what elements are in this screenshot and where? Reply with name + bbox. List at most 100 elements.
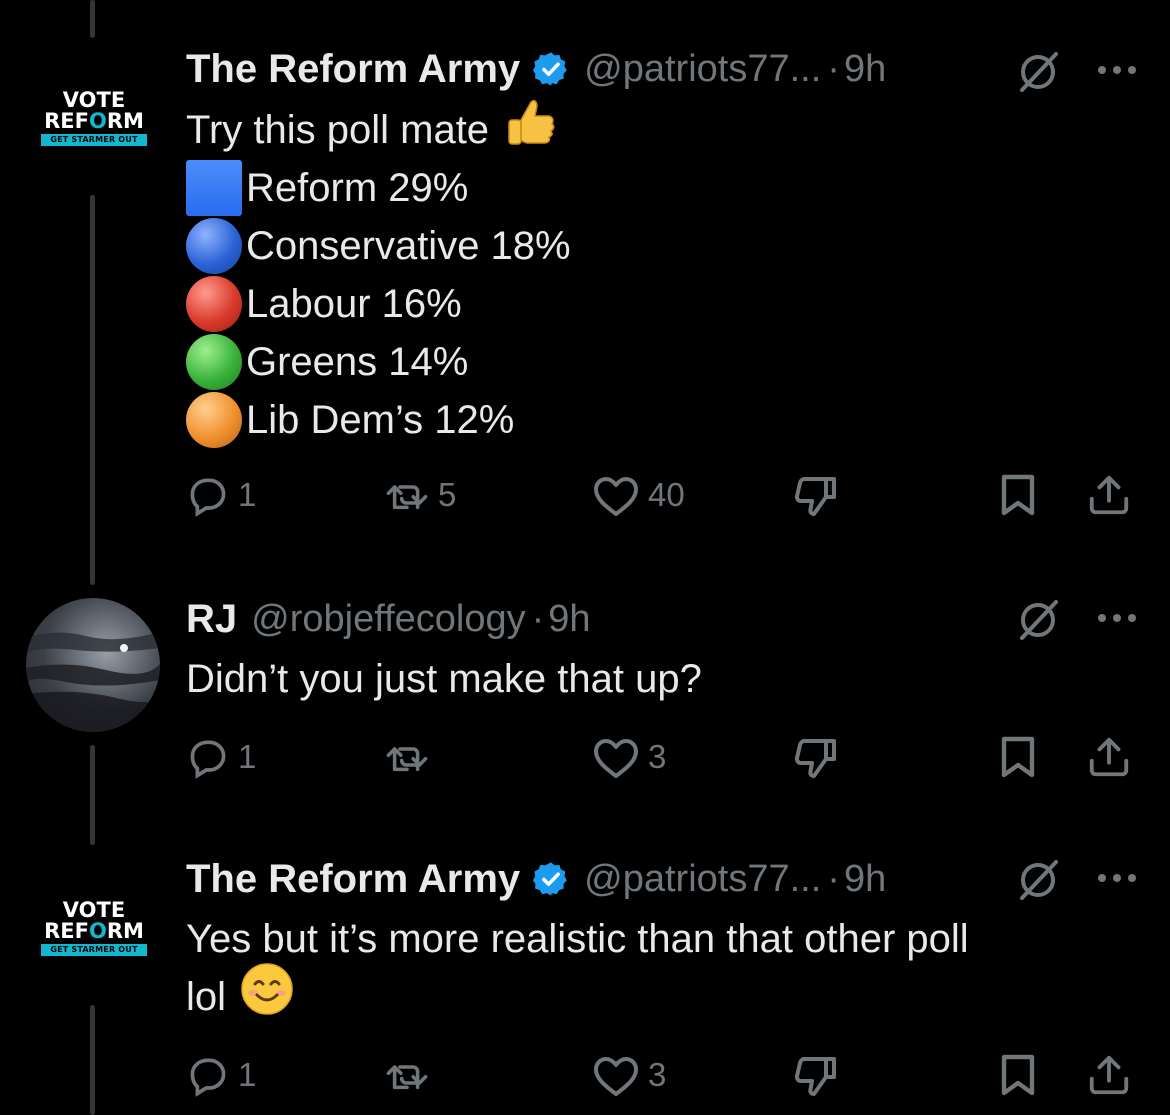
- tweet-text-line: Try this poll mate: [186, 108, 490, 152]
- reply-button[interactable]: 1: [186, 470, 256, 520]
- repost-button[interactable]: 5: [384, 470, 456, 520]
- red-circle-icon: [186, 276, 242, 332]
- tweet[interactable]: VOTE REFORM GET STARMER OUT The Reform A…: [0, 0, 1170, 560]
- avatar-logo-banner: GET STARMER OUT: [41, 134, 147, 146]
- author-name[interactable]: The Reform Army: [186, 47, 520, 92]
- tweet-time[interactable]: 9h: [548, 598, 590, 641]
- reply-count: 1: [238, 1056, 257, 1093]
- blue-square-icon: [186, 160, 242, 216]
- like-count: 3: [648, 1056, 667, 1093]
- repost-button[interactable]: [384, 1050, 430, 1100]
- bookmark-icon: [998, 735, 1038, 779]
- reply-button[interactable]: 1: [186, 1050, 256, 1100]
- poll-line: Conservative 18%: [246, 224, 571, 268]
- avatar-logo-banner: GET STARMER OUT: [41, 944, 147, 956]
- separator: ·: [531, 597, 545, 640]
- share-button[interactable]: [1086, 1050, 1132, 1100]
- grok-icon[interactable]: [1016, 50, 1060, 99]
- tweet-time[interactable]: 9h: [844, 48, 886, 91]
- thumbs-up-icon: [503, 94, 559, 166]
- separator: ·: [827, 857, 840, 900]
- avatar-logo-line: REFORM: [44, 109, 144, 133]
- like-icon: [592, 1053, 640, 1097]
- verified-badge-icon: [532, 860, 570, 898]
- author-handle[interactable]: @patriots77...: [584, 48, 821, 91]
- grok-icon[interactable]: [1016, 858, 1060, 907]
- like-count: 3: [648, 738, 667, 775]
- tweet-actions: 1 3: [186, 732, 1136, 782]
- bookmark-icon: [998, 1053, 1038, 1097]
- reply-icon: [186, 1053, 230, 1097]
- bookmark-button[interactable]: [998, 732, 1038, 782]
- tweet-actions: 1 3: [186, 1050, 1136, 1100]
- share-button[interactable]: [1086, 732, 1132, 782]
- tweet-text: Yes but it’s more realistic than that ot…: [186, 910, 969, 1026]
- like-button[interactable]: 3: [592, 1050, 666, 1100]
- downvote-button[interactable]: [792, 732, 840, 782]
- tweet-text-line: Yes but it’s more realistic than that ot…: [186, 917, 969, 961]
- downvote-button[interactable]: [792, 470, 840, 520]
- more-icon[interactable]: [1096, 608, 1138, 633]
- separator: ·: [827, 47, 840, 90]
- repost-count: 5: [438, 476, 457, 513]
- author-name[interactable]: The Reform Army: [186, 857, 520, 902]
- downvote-icon: [792, 473, 840, 517]
- repost-button[interactable]: [384, 732, 430, 782]
- author-name[interactable]: RJ: [186, 597, 237, 642]
- tweet[interactable]: VOTE REFORM GET STARMER OUT The Reform A…: [0, 830, 1170, 1115]
- tweet-header: The Reform Army @patriots77... · 9h: [186, 854, 886, 904]
- bookmark-button[interactable]: [998, 1050, 1038, 1100]
- tweet-actions: 1 5 40: [186, 470, 1136, 520]
- avatar[interactable]: VOTE REFORM GET STARMER OUT: [38, 90, 150, 146]
- share-icon: [1086, 734, 1132, 780]
- tweet-text-line: Didn’t you just make that up?: [186, 657, 702, 701]
- repost-icon: [384, 735, 430, 779]
- like-button[interactable]: 40: [592, 470, 685, 520]
- like-button[interactable]: 3: [592, 732, 666, 782]
- tweet-text: Try this poll mate Reform 29% Conservati…: [186, 99, 571, 449]
- share-button[interactable]: [1086, 470, 1132, 520]
- author-handle[interactable]: @patriots77...: [584, 858, 821, 901]
- reply-icon: [186, 735, 230, 779]
- more-icon[interactable]: [1096, 60, 1138, 85]
- avatar[interactable]: [26, 598, 160, 732]
- poll-line: Labour 16%: [246, 282, 462, 326]
- author-handle[interactable]: @robjeffecology: [251, 598, 525, 641]
- like-icon: [592, 473, 640, 517]
- poll-line: Lib Dem’s 12%: [246, 398, 515, 442]
- avatar-logo-line: VOTE: [62, 88, 126, 112]
- like-icon: [592, 735, 640, 779]
- tweet-text-line: lol: [186, 975, 227, 1019]
- tweet[interactable]: RJ @robjeffecology · 9h Didn’t you just …: [0, 580, 1170, 820]
- orange-circle-icon: [186, 392, 242, 448]
- poll-line: Greens 14%: [246, 340, 469, 384]
- avatar-photo: [26, 632, 160, 732]
- reply-icon: [186, 473, 230, 517]
- avatar-logo-line: REFORM: [44, 919, 144, 943]
- tweet-header: The Reform Army @patriots77... · 9h: [186, 44, 886, 94]
- bookmark-button[interactable]: [998, 470, 1038, 520]
- downvote-button[interactable]: [792, 1050, 840, 1100]
- smiling-face-icon: [240, 962, 294, 1032]
- tweet-time[interactable]: 9h: [844, 858, 886, 901]
- reply-count: 1: [238, 476, 257, 513]
- blue-circle-icon: [186, 218, 242, 274]
- repost-icon: [384, 473, 430, 517]
- green-circle-icon: [186, 334, 242, 390]
- avatar[interactable]: VOTE REFORM GET STARMER OUT: [38, 900, 150, 956]
- reply-count: 1: [238, 738, 257, 775]
- share-icon: [1086, 472, 1132, 518]
- grok-icon[interactable]: [1016, 598, 1060, 647]
- bookmark-icon: [998, 473, 1038, 517]
- tweet-text: Didn’t you just make that up?: [186, 650, 702, 708]
- avatar-logo-line: VOTE: [62, 898, 126, 922]
- like-count: 40: [648, 476, 685, 513]
- downvote-icon: [792, 1053, 840, 1097]
- reply-button[interactable]: 1: [186, 732, 256, 782]
- repost-icon: [384, 1053, 430, 1097]
- tweet-header: RJ @robjeffecology · 9h: [186, 594, 591, 644]
- downvote-icon: [792, 735, 840, 779]
- verified-badge-icon: [532, 50, 570, 88]
- share-icon: [1086, 1052, 1132, 1098]
- more-icon[interactable]: [1096, 868, 1138, 893]
